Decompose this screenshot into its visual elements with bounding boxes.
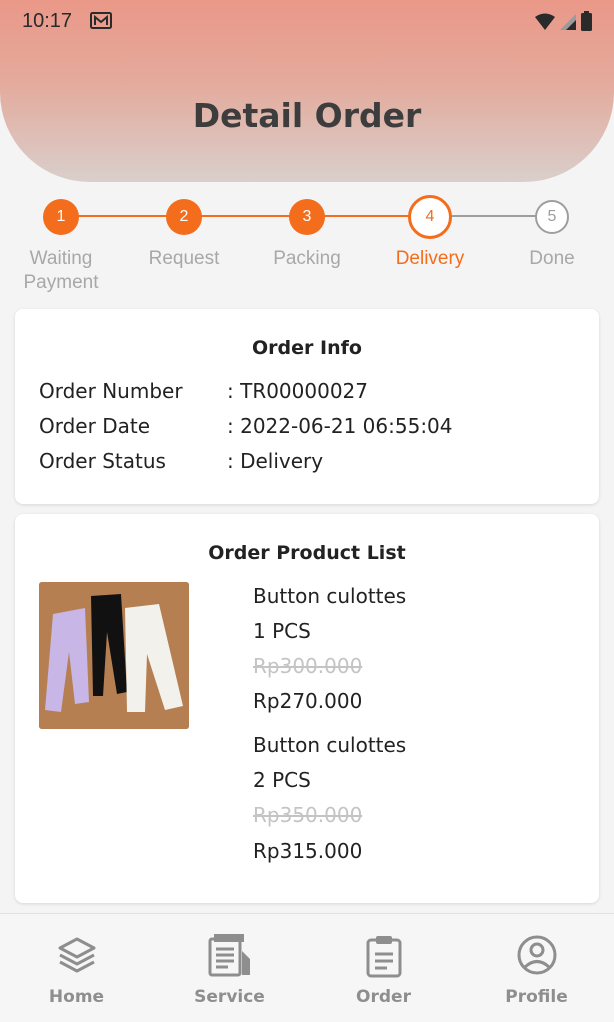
nav-home-label: Home: [48, 987, 105, 1007]
product-1-qty: 1 PCS: [253, 619, 311, 643]
order-info-card: Order Info Order Number : TR00000027 Orde…: [15, 309, 599, 504]
nav-service[interactable]: Service: [153, 914, 306, 1022]
step-4-circle: 4: [408, 195, 452, 239]
wifi-icon: [535, 13, 555, 30]
clipboard-icon: [366, 936, 401, 978]
status-icons: [535, 11, 592, 31]
page-title: Detail Order: [192, 96, 422, 135]
bottom-navigation: Home Service Order Profile: [0, 913, 614, 1022]
nav-order-label: Order: [356, 987, 411, 1007]
step-4-label: Delivery: [395, 248, 465, 269]
order-status-label: Order Status: [39, 449, 166, 473]
product-list-card: Order Product List Button culottes 1 PCS…: [15, 514, 599, 903]
product-image[interactable]: [39, 582, 189, 729]
product-1-name: Button culottes: [253, 584, 407, 608]
service-icon: [208, 934, 250, 977]
step-2-circle: 2: [166, 199, 202, 235]
order-date-value: : 2022-06-21 06:55:04: [227, 414, 453, 438]
step-5-circle: 5: [535, 200, 569, 234]
order-number-row: Order Number : TR00000027: [39, 379, 368, 403]
nav-order[interactable]: Order: [307, 914, 460, 1022]
product-1-price: Rp270.000: [253, 689, 363, 713]
nav-profile-label: Profile: [505, 987, 568, 1007]
battery-icon: [581, 11, 592, 31]
user-circle-icon: [517, 935, 556, 975]
order-info-title: Order Info: [252, 337, 362, 359]
order-number-label: Order Number: [39, 379, 183, 403]
order-date-label: Order Date: [39, 414, 150, 438]
signal-icon: [560, 14, 576, 30]
product-2-qty: 2 PCS: [253, 768, 311, 792]
step-3-circle: 3: [289, 199, 325, 235]
step-2-label: Request: [148, 248, 220, 269]
nav-service-label: Service: [194, 987, 265, 1007]
order-stepper: 1 2 3 4 5 Waiting Payment Request Packin…: [0, 190, 614, 300]
order-number-value: : TR00000027: [227, 379, 369, 403]
gmail-icon: [90, 12, 112, 29]
product-2-price: Rp315.000: [253, 839, 363, 863]
product-list-title: Order Product List: [208, 542, 406, 564]
header: 10:17 Detail Order: [0, 0, 614, 182]
step-1-label: Waiting Payment: [23, 248, 99, 293]
order-date-row: Order Date : 2022-06-21 06:55:04: [39, 414, 453, 438]
product-2-original-price: Rp350.000: [253, 803, 363, 827]
status-bar: 10:17: [0, 0, 614, 42]
product-2-name: Button culottes: [253, 733, 407, 757]
nav-home[interactable]: Home: [0, 914, 153, 1022]
culottes-photo: [39, 582, 189, 729]
step-1-circle: 1: [43, 199, 79, 235]
step-5-label: Done: [529, 248, 575, 269]
product-1-original-price: Rp300.000: [253, 654, 363, 678]
layers-icon: [58, 937, 95, 973]
nav-profile[interactable]: Profile: [460, 914, 613, 1022]
step-3-label: Packing: [273, 248, 341, 269]
order-status-row: Order Status : Delivery: [39, 449, 323, 473]
order-status-value: : Delivery: [227, 449, 324, 473]
status-time: 10:17: [22, 10, 73, 32]
